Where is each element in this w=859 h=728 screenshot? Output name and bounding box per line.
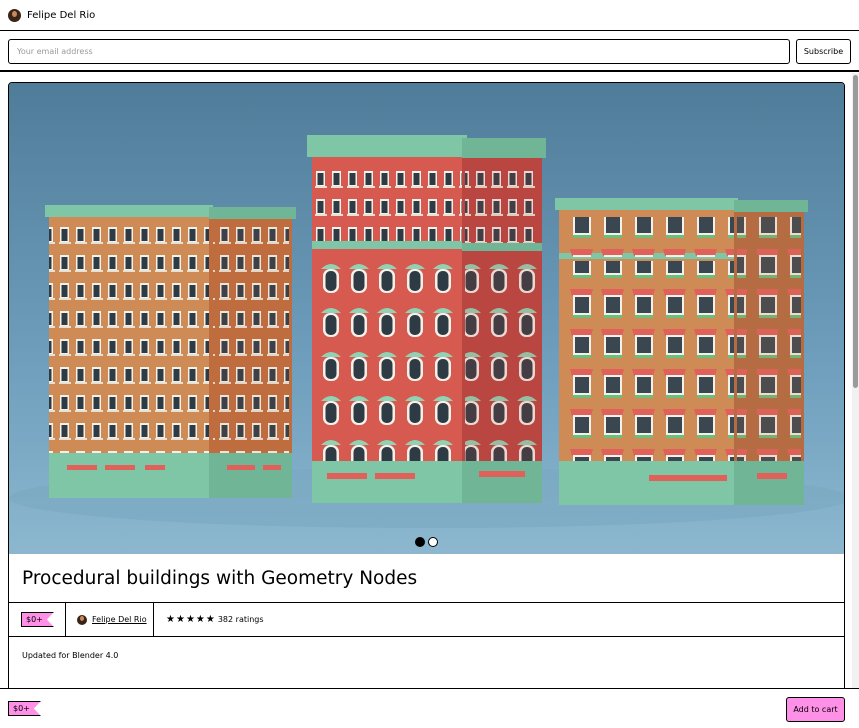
rating-stars: ★ ★ ★ ★ ★ (166, 613, 215, 625)
product-meta-row: $0+ Felipe Del Rio ★ ★ ★ ★ ★ 382 ratings (9, 603, 844, 637)
page-scrollbar[interactable] (852, 73, 859, 688)
author-cell: Felipe Del Rio (66, 603, 154, 636)
footer-price-tag: $0+ (8, 701, 41, 716)
author-link[interactable]: Felipe Del Rio (92, 615, 147, 624)
price-cell: $0+ (9, 603, 66, 636)
creator-header: Felipe Del Rio (0, 0, 859, 31)
scrollbar-thumb[interactable] (853, 75, 858, 388)
product-description: Updated for Blender 4.0 (22, 651, 119, 660)
star-icon: ★ (175, 613, 185, 625)
rating-cell: ★ ★ ★ ★ ★ 382 ratings (154, 603, 264, 636)
building-middle (307, 135, 546, 503)
product-title: Procedural buildings with Geometry Nodes (22, 567, 418, 589)
price-tag: $0+ (21, 612, 54, 627)
carousel-dot-1[interactable] (415, 537, 425, 547)
product-title-row: Procedural buildings with Geometry Nodes (9, 554, 844, 603)
creator-avatar[interactable] (8, 8, 21, 22)
carousel-dot-2[interactable] (428, 537, 438, 547)
star-icon: ★ (205, 613, 215, 625)
subscribe-bar: Subscribe (0, 31, 859, 72)
creator-name[interactable]: Felipe Del Rio (27, 10, 95, 21)
purchase-footer: $0+ Add to cart (0, 688, 859, 728)
product-hero-image (9, 83, 844, 554)
email-input[interactable] (8, 39, 790, 64)
building-left (45, 205, 296, 498)
product-card: Procedural buildings with Geometry Nodes… (8, 82, 845, 702)
subscribe-button[interactable]: Subscribe (796, 39, 851, 64)
star-icon: ★ (166, 613, 175, 625)
star-icon: ★ (185, 613, 195, 625)
author-avatar (77, 614, 87, 625)
add-to-cart-button[interactable]: Add to cart (786, 697, 845, 722)
product-image-carousel[interactable] (9, 83, 844, 554)
carousel-dots (415, 537, 438, 547)
ratings-count: 382 ratings (217, 615, 264, 624)
building-right (555, 198, 808, 505)
star-icon: ★ (195, 613, 205, 625)
